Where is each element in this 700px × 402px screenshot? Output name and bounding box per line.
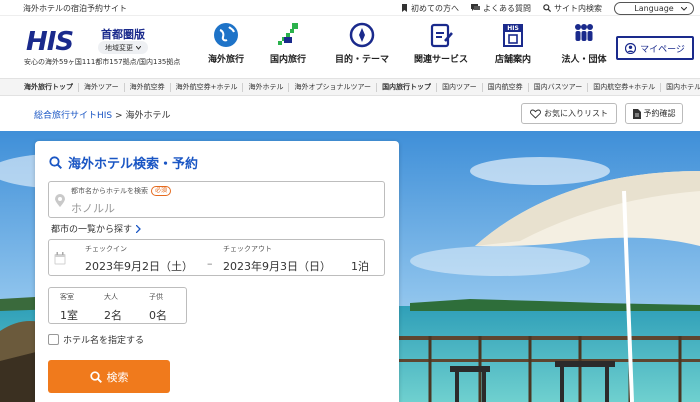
mypage-button[interactable]: マイページ bbox=[616, 36, 694, 60]
nav-domestic-travel[interactable]: 国内旅行 bbox=[252, 20, 324, 65]
subnav-item[interactable]: 国内ホテル bbox=[661, 83, 700, 92]
his-logo[interactable]: HIS bbox=[26, 27, 74, 57]
subnav-item[interactable]: 国内バスツアー bbox=[529, 82, 589, 92]
nav-corporate-group[interactable]: 法人・団体 bbox=[544, 20, 624, 65]
utility-bar: 海外ホテルの宿泊予約サイト 初めての方へ よくある質問 サイト内検索 Langu… bbox=[0, 0, 700, 16]
children-selector: 子供 0名 bbox=[149, 293, 167, 322]
search-panel-title: 海外ホテル検索・予約 bbox=[49, 153, 198, 172]
chat-icon bbox=[471, 4, 480, 11]
subnav-item[interactable]: 国内ツアー bbox=[437, 82, 483, 92]
site-search-link[interactable]: サイト内検索 bbox=[543, 3, 602, 14]
destination-field[interactable]: 都市名からホテルを検索 必須 ホノルル bbox=[48, 181, 385, 218]
sub-nav: 海外旅行トップ 海外ツアー 海外航空券 海外航空券+ホテル 海外ホテル 海外オプ… bbox=[0, 78, 700, 96]
chevron-right-icon bbox=[136, 224, 141, 233]
chevron-down-icon bbox=[136, 45, 141, 50]
region-change-button[interactable]: 地域変更 bbox=[98, 41, 148, 54]
subnav-item[interactable]: 国内旅行トップ bbox=[377, 82, 438, 92]
reservation-check-button[interactable]: 予約確認 bbox=[625, 103, 683, 124]
subnav-item[interactable]: 海外航空券 bbox=[125, 82, 171, 92]
faq-link[interactable]: よくある質問 bbox=[471, 3, 531, 14]
chevron-down-icon bbox=[681, 6, 687, 11]
search-icon bbox=[89, 370, 102, 383]
subnav-item[interactable]: 海外航空券+ホテル bbox=[171, 82, 244, 92]
group-icon bbox=[568, 20, 600, 50]
site-tagline: 海外ホテルの宿泊予約サイト bbox=[23, 4, 127, 13]
checkout-label: チェックアウト bbox=[223, 245, 272, 253]
adults-selector: 大人 2名 bbox=[104, 293, 122, 322]
map-pin-icon bbox=[55, 194, 65, 207]
required-badge: 必須 bbox=[151, 186, 172, 196]
language-select[interactable]: Language bbox=[614, 1, 694, 15]
subnav-item[interactable]: 海外ツアー bbox=[79, 82, 125, 92]
hotel-name-checkbox[interactable]: ホテル名を指定する bbox=[48, 333, 144, 346]
main-nav: 海外旅行 国内旅行 目的・テーマ 関連サービス HIS 店舗案内 法人・団体 bbox=[200, 20, 624, 65]
rooms-selector: 客室 1室 bbox=[60, 293, 78, 322]
search-icon bbox=[543, 4, 551, 12]
calendar-icon bbox=[54, 252, 66, 265]
document-icon bbox=[632, 108, 641, 119]
first-time-link[interactable]: 初めての方へ bbox=[401, 3, 459, 14]
nav-related-services[interactable]: 関連サービス bbox=[400, 20, 482, 65]
destination-input[interactable]: ホノルル bbox=[71, 200, 115, 216]
nights-count: 1泊 bbox=[351, 260, 369, 273]
guests-field[interactable]: 客室 1室 大人 2名 子供 0名 bbox=[48, 287, 187, 324]
city-list-link[interactable]: 都市の一覧から探す bbox=[51, 222, 141, 235]
clipboard-icon bbox=[425, 20, 457, 50]
subnav-item[interactable]: 国内航空券+ホテル bbox=[588, 82, 662, 92]
search-icon bbox=[49, 156, 62, 169]
breadcrumb-current: 海外ホテル bbox=[125, 111, 171, 121]
nav-overseas-travel[interactable]: 海外旅行 bbox=[200, 20, 252, 65]
japan-map-icon bbox=[272, 20, 304, 50]
hotel-search-panel: 海外ホテル検索・予約 都市名からホテルを検索 必須 ホノルル 都市の一覧から探す… bbox=[35, 141, 399, 402]
globe-icon bbox=[210, 20, 242, 50]
breadcrumb: 総合旅行サイトHIS > 海外ホテル bbox=[34, 108, 170, 121]
destination-label: 都市名からホテルを検索 必須 bbox=[71, 186, 172, 196]
date-field[interactable]: チェックイン 2023年9月2日（土） – チェックアウト 2023年9月3日（… bbox=[48, 239, 385, 276]
subnav-item[interactable]: 海外オプショナルツアー bbox=[289, 82, 378, 92]
utility-links: 初めての方へ よくある質問 サイト内検索 Language bbox=[401, 0, 700, 16]
branch-stats: 安心の海外59ヶ国111都市157拠点/国内135拠点 bbox=[24, 58, 181, 66]
subnav-item[interactable]: 海外ホテル bbox=[243, 82, 290, 92]
nav-purpose-theme[interactable]: 目的・テーマ bbox=[324, 20, 400, 65]
heart-icon bbox=[530, 109, 541, 119]
region-label: 首都圏版 bbox=[101, 28, 145, 41]
site-header: HIS 首都圏版 地域変更 安心の海外59ヶ国111都市157拠点/国内135拠… bbox=[0, 16, 700, 74]
compass-icon bbox=[346, 20, 378, 50]
favorites-button[interactable]: お気に入りリスト bbox=[521, 103, 617, 124]
subnav-item[interactable]: 国内航空券 bbox=[483, 82, 529, 92]
subnav-item[interactable]: 海外旅行トップ bbox=[0, 82, 79, 92]
checkin-value[interactable]: 2023年9月2日（土） bbox=[85, 258, 193, 274]
breadcrumb-separator: > bbox=[115, 111, 123, 121]
breadcrumb-home-link[interactable]: 総合旅行サイトHIS bbox=[34, 111, 112, 121]
checkout-value[interactable]: 2023年9月3日（日） bbox=[223, 258, 331, 274]
checkin-label: チェックイン bbox=[85, 245, 127, 253]
checkbox[interactable] bbox=[48, 334, 59, 345]
bookmark-icon bbox=[402, 4, 407, 12]
store-icon: HIS bbox=[497, 20, 529, 50]
date-separator: – bbox=[207, 257, 213, 270]
nav-store-info[interactable]: HIS 店舗案内 bbox=[482, 20, 544, 65]
search-button[interactable]: 検索 bbox=[48, 360, 170, 393]
user-icon bbox=[625, 42, 637, 54]
